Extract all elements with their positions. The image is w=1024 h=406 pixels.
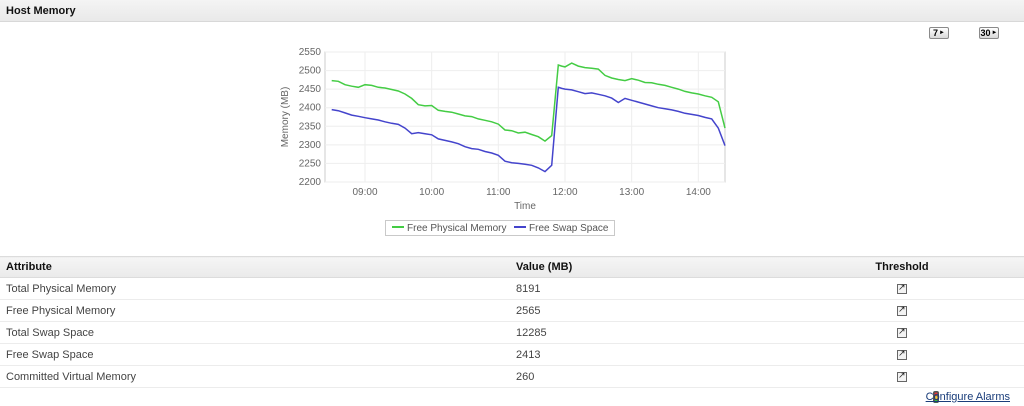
y-tick-label: 2350 (299, 121, 322, 132)
chart-legend: Free Physical Memory Free Swap Space (385, 220, 615, 236)
threshold-header: Threshold (780, 256, 1024, 278)
threshold-edit-icon[interactable] (897, 348, 907, 360)
arrow-icon: ► (991, 30, 998, 36)
x-axis-label: Time (514, 201, 536, 212)
value-cell: 2565 (510, 299, 780, 322)
legend-swatch (392, 226, 404, 229)
value-cell: 8191 (510, 277, 780, 300)
value-cell: 260 (510, 365, 780, 388)
y-axis-label: Memory (MB) (280, 87, 291, 148)
threshold-edit-icon[interactable] (897, 304, 907, 316)
x-tick-label: 13:00 (619, 187, 644, 198)
plot-area (324, 51, 726, 183)
x-tick-label: 14:00 (686, 187, 711, 198)
y-tick-label: 2250 (299, 158, 322, 169)
arrow-icon: ► (939, 30, 945, 36)
attribute-header: Attribute (0, 256, 510, 278)
configure-alarms-link[interactable]: Configure Alarms (926, 391, 1010, 403)
y-tick-label: 2300 (299, 140, 322, 151)
threshold-edit-icon[interactable] (897, 282, 907, 294)
value-header: Value (MB) (510, 256, 780, 278)
legend-swatch (514, 226, 526, 229)
attribute-table: Attribute Value (MB) Threshold Total Phy… (0, 256, 1024, 388)
legend-item-free-physical-memory: Free Physical Memory (392, 223, 506, 234)
y-tick-label: 2450 (299, 84, 322, 95)
y-tick-label: 2400 (299, 103, 322, 114)
y-tick-label: 2550 (299, 47, 322, 58)
panel-title: Host Memory (6, 5, 76, 17)
y-tick-label: 2200 (299, 177, 322, 188)
attribute-cell: Committed Virtual Memory (0, 365, 510, 388)
memory-chart: 2200 2250 2300 2350 2400 2450 2500 2550 09:00 10:… (280, 47, 726, 212)
attribute-cell: Free Physical Memory (0, 299, 510, 322)
value-cell: 12285 (510, 321, 780, 344)
table-row: Free Physical Memory 2565 (0, 299, 1024, 322)
value-cell: 2413 (510, 343, 780, 366)
x-tick-label: 09:00 (352, 187, 377, 198)
period-7-button[interactable]: 7► (929, 27, 949, 39)
table-row: Committed Virtual Memory 260 (0, 365, 1024, 388)
period-30-button[interactable]: 30► (979, 27, 999, 39)
x-tick-label: 10:00 (419, 187, 444, 198)
y-tick-label: 2500 (299, 66, 322, 77)
attribute-cell: Free Swap Space (0, 343, 510, 366)
table-row: Total Physical Memory 8191 (0, 277, 1024, 300)
threshold-edit-icon[interactable] (897, 326, 907, 338)
x-tick-label: 11:00 (486, 187, 511, 198)
x-tick-label: 12:00 (552, 187, 577, 198)
panel-header: Host Memory (0, 0, 1024, 22)
table-row: Total Swap Space 12285 (0, 321, 1024, 344)
attribute-cell: Total Physical Memory (0, 277, 510, 300)
threshold-edit-icon[interactable] (897, 370, 907, 382)
table-header-row: Attribute Value (MB) Threshold (0, 256, 1024, 278)
table-row: Free Swap Space 2413 (0, 343, 1024, 366)
attribute-cell: Total Swap Space (0, 321, 510, 344)
legend-item-free-swap-space: Free Swap Space (514, 223, 609, 234)
